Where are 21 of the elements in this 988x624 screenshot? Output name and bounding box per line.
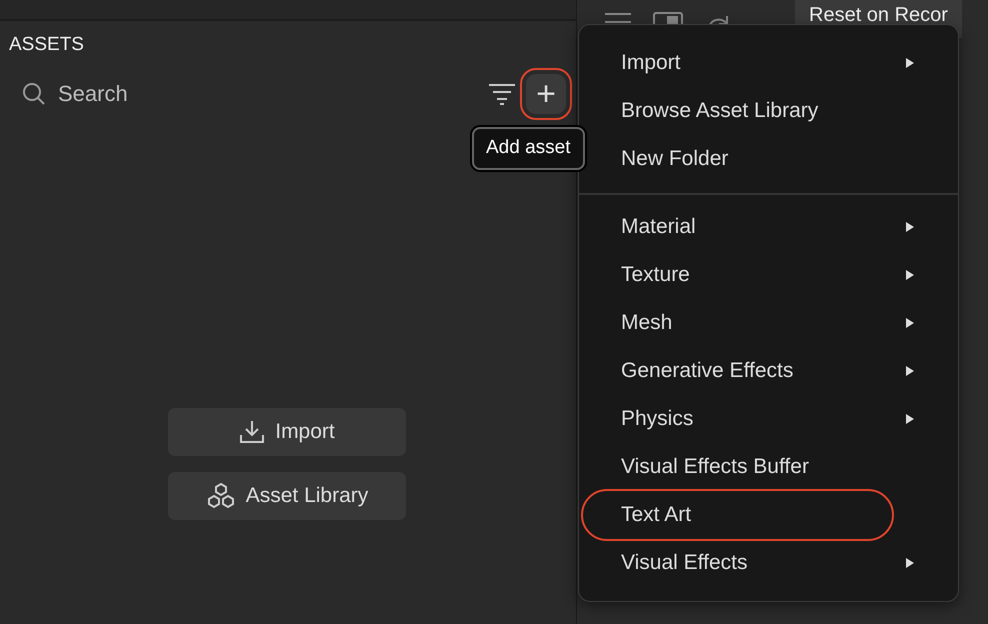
menu-item[interactable]: Texture [583,251,954,299]
asset-library-button[interactable]: Asset Library [168,472,406,520]
menu-item[interactable]: Material [583,203,954,251]
menu-item[interactable]: Browse Asset Library [583,87,954,135]
menu-item[interactable]: Physics [583,395,954,443]
add-button[interactable]: + [526,74,566,114]
download-icon [239,419,266,445]
menu-item[interactable]: Import [583,39,954,87]
menu-item[interactable]: Visual Effects [583,539,954,587]
search-field[interactable]: Search [56,76,478,111]
filter-icon[interactable] [488,82,516,104]
search-icon [22,82,46,106]
hexagons-icon [206,482,236,510]
panel-title: ASSETS [8,33,85,57]
menu-item[interactable]: Mesh [583,299,954,347]
menu-item[interactable]: Visual Effects Buffer [583,443,954,491]
import-button[interactable]: Import [168,408,406,456]
menu-item[interactable]: Generative Effects [583,347,954,395]
menu-item[interactable]: New Folder [583,135,954,183]
tooltip: Add asset [472,127,584,170]
menu-item[interactable]: Text Art [583,491,892,539]
